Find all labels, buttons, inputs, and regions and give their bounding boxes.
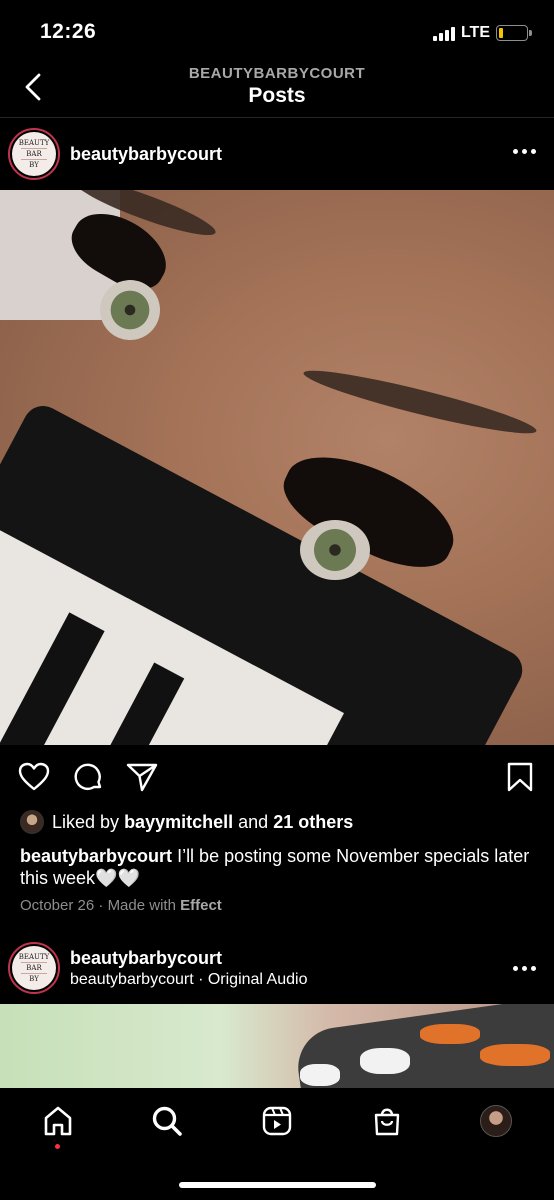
likes-others[interactable]: 21 others — [273, 812, 353, 833]
comment-icon[interactable] — [72, 761, 104, 793]
status-bar: 12:26 LTE — [0, 0, 554, 60]
likes-line[interactable]: Liked by bayymitchell and 21 others — [20, 810, 353, 834]
battery-icon — [496, 25, 532, 41]
made-with-prefix: Made with — [107, 897, 176, 914]
image-eye — [100, 280, 160, 340]
avatar[interactable]: BEAUTY BAR BY — [8, 942, 60, 994]
image-pattern — [300, 1064, 340, 1086]
tab-home[interactable] — [40, 1103, 76, 1139]
post-header: BEAUTY BAR BY beautybarbycourt — [0, 119, 554, 189]
post-meta: October 26 · Made with Effect — [20, 897, 222, 914]
more-icon — [513, 966, 518, 971]
nav-header: BEAUTYBARBYCOURT Posts — [0, 60, 554, 118]
post-username[interactable]: beautybarbycourt — [70, 144, 222, 165]
likes-conj: and — [238, 811, 269, 832]
shop-icon — [374, 1108, 400, 1136]
liker-username[interactable]: bayymitchell — [124, 812, 233, 833]
home-indicator[interactable] — [179, 1182, 376, 1188]
next-post-image[interactable] — [0, 1004, 554, 1088]
original-audio-link[interactable]: beautybarbycourt · Original Audio — [70, 971, 307, 989]
avatar-logo: BEAUTY BAR BY — [12, 132, 56, 176]
image-pattern — [480, 1044, 550, 1066]
header-subtitle: BEAUTYBARBYCOURT — [188, 65, 366, 82]
meta-separator: · — [98, 897, 104, 914]
battery-level — [499, 28, 503, 38]
image-pattern — [360, 1048, 410, 1074]
caption: beautybarbycourt I’ll be posting some No… — [20, 845, 540, 889]
post-date[interactable]: October 26 — [20, 897, 94, 914]
more-icon — [513, 149, 518, 154]
tab-search[interactable] — [149, 1103, 185, 1139]
liker-avatar — [20, 810, 44, 834]
image-brow — [300, 361, 540, 443]
profile-avatar — [480, 1105, 512, 1137]
tab-profile[interactable] — [478, 1103, 514, 1139]
heart-icon[interactable] — [18, 761, 50, 793]
bookmark-icon[interactable] — [504, 761, 536, 793]
more-options-button[interactable] — [513, 149, 536, 154]
tab-reels[interactable] — [259, 1103, 295, 1139]
search-icon — [152, 1106, 182, 1136]
status-indicators: LTE — [432, 24, 532, 42]
avatar[interactable]: BEAUTY BAR BY — [8, 128, 60, 180]
post-actions — [0, 755, 554, 799]
tab-shop[interactable] — [369, 1103, 405, 1139]
network-type: LTE — [460, 24, 490, 41]
home-icon — [44, 1106, 72, 1136]
signal-icon — [432, 26, 455, 41]
image-eye — [300, 520, 370, 580]
home-notification-dot — [55, 1144, 60, 1149]
more-options-button[interactable] — [513, 966, 536, 971]
post-image[interactable] — [0, 190, 554, 745]
page-title: Posts — [248, 84, 306, 107]
share-icon[interactable] — [126, 761, 158, 793]
status-time: 12:26 — [40, 20, 97, 43]
caption-username[interactable]: beautybarbycourt — [20, 846, 172, 866]
next-post-header: BEAUTY BAR BY beautybarbycourt beautybarby… — [0, 933, 554, 1003]
likes-prefix: Liked by — [52, 811, 120, 832]
effect-link[interactable]: Effect — [180, 897, 222, 914]
next-post-username[interactable]: beautybarbycourt — [70, 948, 307, 969]
reels-icon — [262, 1106, 292, 1136]
avatar-logo: BEAUTY BAR BY — [12, 946, 56, 990]
image-pattern — [420, 1024, 480, 1044]
